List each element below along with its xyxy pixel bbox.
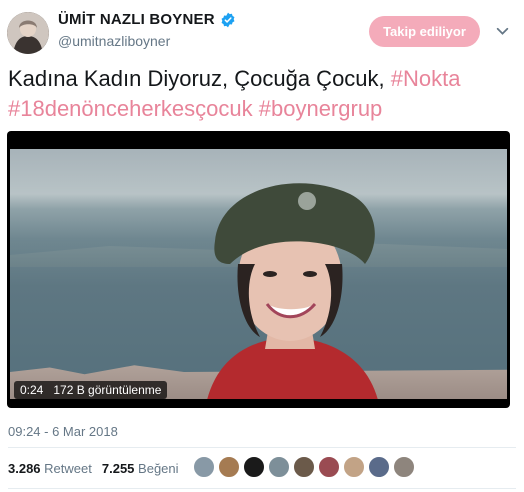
video-person-image	[207, 183, 378, 399]
retweet-stat[interactable]: 3.286 Retweet	[8, 461, 92, 476]
liker-avatar[interactable]	[318, 456, 340, 478]
liker-avatar[interactable]	[218, 456, 240, 478]
likers-avatars	[193, 456, 415, 478]
liker-avatar[interactable]	[268, 456, 290, 478]
retweet-count: 3.286	[8, 461, 41, 476]
like-count: 7.255	[101, 461, 135, 476]
liker-avatar[interactable]	[393, 456, 415, 478]
video-duration: 0:24	[20, 383, 44, 397]
user-handle[interactable]: @umitnazliboyner	[58, 33, 170, 49]
divider	[8, 447, 516, 448]
retweet-label: Retweet	[44, 461, 92, 476]
liker-avatar[interactable]	[368, 456, 390, 478]
name-row: ÜMİT NAZLI BOYNER	[58, 11, 236, 28]
tweet-stats: 3.286 Retweet 7.255 Beğeni	[8, 461, 179, 476]
liker-avatar[interactable]	[193, 456, 215, 478]
tweet-text: Kadına Kadın Diyoruz, Çocuğa Çocuk, #Nok…	[8, 64, 513, 124]
hashtag-link[interactable]: #Nokta	[391, 66, 461, 91]
avatar[interactable]	[7, 12, 49, 54]
video-player[interactable]	[7, 131, 510, 408]
liker-avatar[interactable]	[293, 456, 315, 478]
liker-avatar[interactable]	[243, 456, 265, 478]
liker-avatar[interactable]	[343, 456, 365, 478]
divider	[8, 488, 516, 489]
hashtag-link[interactable]: #boynergrup	[259, 96, 383, 121]
like-stat[interactable]: 7.255 Beğeni	[102, 461, 179, 476]
tweet-timestamp[interactable]: 09:24 - 6 Mar 2018	[8, 424, 118, 439]
chevron-down-icon[interactable]	[496, 25, 509, 38]
verified-badge-icon	[221, 12, 235, 27]
avatar-photo	[7, 12, 49, 54]
display-name[interactable]: ÜMİT NAZLI BOYNER	[58, 11, 215, 28]
video-frame[interactable]	[10, 149, 507, 399]
like-label: Beğeni	[138, 461, 179, 476]
tweet-header: ÜMİT NAZLI BOYNER @umitnazliboyner Takip…	[0, 0, 524, 60]
video-info-overlay: 0:24 172 B görüntülenme	[14, 381, 168, 399]
hashtag-link[interactable]: #18denönceherkesçocuk	[8, 96, 253, 121]
video-view-count: 172 B görüntülenme	[53, 383, 162, 397]
following-button[interactable]: Takip ediliyor	[369, 16, 480, 47]
tweet-body-text: Kadına Kadın Diyoruz, Çocuğa Çocuk,	[8, 66, 391, 91]
